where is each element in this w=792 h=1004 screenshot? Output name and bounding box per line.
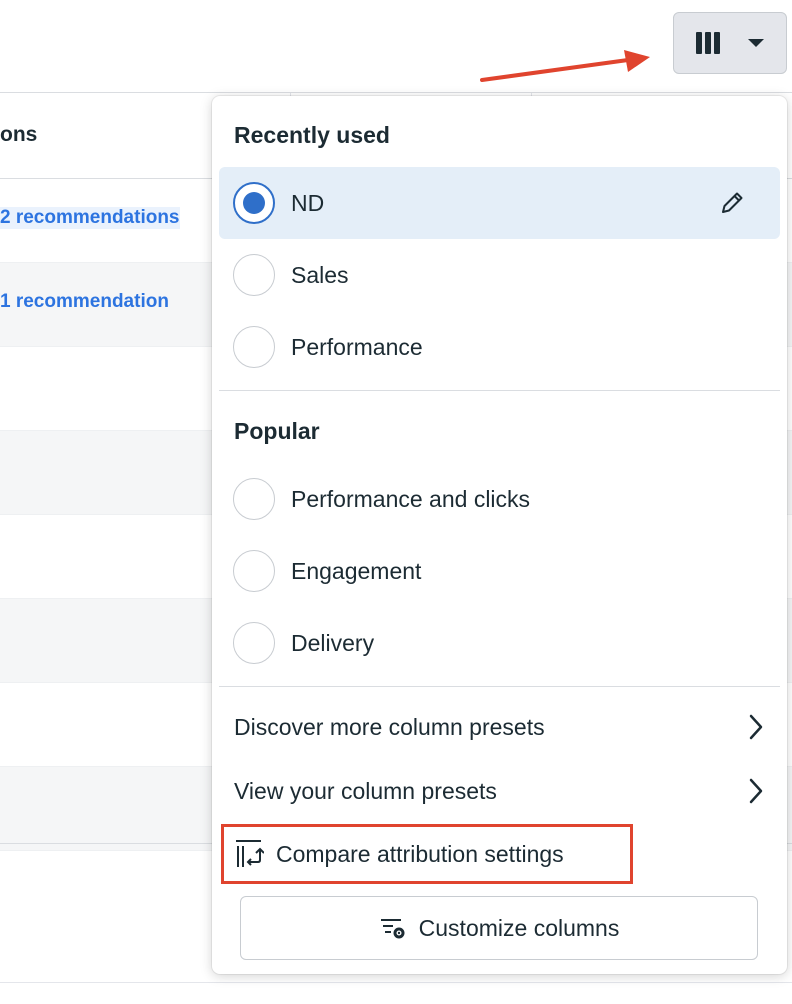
preset-option-delivery[interactable]: Delivery bbox=[219, 607, 780, 679]
radio-button[interactable] bbox=[233, 182, 275, 224]
radio-button[interactable] bbox=[233, 326, 275, 368]
compare-attribution-label: Compare attribution settings bbox=[276, 840, 564, 867]
radio-button[interactable] bbox=[233, 478, 275, 520]
section-title-recently-used: Recently used bbox=[234, 122, 390, 148]
customize-columns-icon bbox=[380, 919, 405, 939]
preset-label: Engagement bbox=[291, 557, 422, 584]
compare-attribution-item[interactable]: Compare attribution settings bbox=[221, 824, 633, 884]
radio-button[interactable] bbox=[233, 254, 275, 296]
preset-label: Performance and clicks bbox=[291, 485, 531, 512]
section-title-popular: Popular bbox=[234, 418, 320, 444]
compare-attribution-icon bbox=[236, 840, 264, 867]
customize-columns-button[interactable]: Customize columns bbox=[240, 896, 758, 960]
preset-option-sales[interactable]: Sales bbox=[219, 239, 780, 311]
preset-option-performance[interactable]: Performance bbox=[219, 311, 780, 383]
column-presets-menu: Recently used ND Sales Performance Popul… bbox=[212, 96, 787, 974]
toolbar bbox=[0, 0, 792, 93]
preset-label: Sales bbox=[291, 261, 349, 288]
annotation-arrow bbox=[480, 50, 650, 82]
discover-presets-label: Discover more column presets bbox=[234, 713, 545, 740]
menu-divider bbox=[219, 390, 780, 391]
menu-divider bbox=[219, 686, 780, 687]
preset-option-performance-and-clicks[interactable]: Performance and clicks bbox=[219, 463, 780, 535]
pencil-icon[interactable] bbox=[718, 189, 746, 217]
view-presets-item[interactable]: View your column presets bbox=[234, 771, 764, 811]
caret-down-icon bbox=[748, 39, 764, 47]
discover-presets-item[interactable]: Discover more column presets bbox=[234, 707, 764, 747]
columns-icon bbox=[696, 32, 720, 54]
preset-label: Delivery bbox=[291, 629, 375, 656]
preset-label: Performance bbox=[291, 333, 423, 360]
preset-option-nd[interactable]: ND bbox=[219, 167, 780, 239]
radio-button[interactable] bbox=[233, 622, 275, 664]
recommendations-link[interactable]: 1 recommendation bbox=[0, 291, 169, 313]
footer-divider bbox=[0, 982, 792, 983]
preset-option-engagement[interactable]: Engagement bbox=[219, 535, 780, 607]
chevron-right-icon bbox=[749, 778, 763, 804]
columns-button[interactable] bbox=[673, 12, 787, 74]
view-presets-label: View your column presets bbox=[234, 777, 497, 804]
chevron-right-icon bbox=[749, 714, 763, 740]
customize-columns-label: Customize columns bbox=[418, 914, 620, 941]
recommendations-link[interactable]: 2 recommendations bbox=[0, 207, 180, 229]
preset-label: ND bbox=[291, 189, 325, 216]
radio-button[interactable] bbox=[233, 550, 275, 592]
column-header-recommendations[interactable]: ons bbox=[0, 123, 37, 147]
